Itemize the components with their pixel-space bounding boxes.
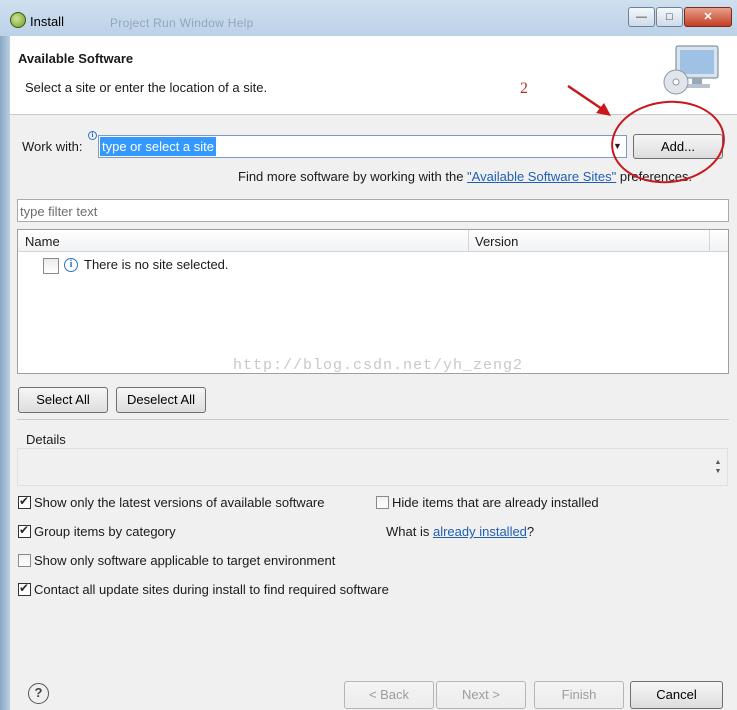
filter-placeholder[interactable]: type filter text [20, 204, 97, 219]
group-by-category-label[interactable]: Group items by category [34, 524, 176, 539]
table-row-label[interactable]: There is no site selected. [84, 257, 229, 272]
hide-installed-label[interactable]: Hide items that are already installed [392, 495, 599, 510]
table-row-checkbox[interactable] [43, 258, 59, 274]
target-environment-checkbox[interactable] [18, 554, 31, 567]
target-environment-label[interactable]: Show only software applicable to target … [34, 553, 335, 568]
next-button[interactable]: Next > [436, 681, 526, 709]
available-sites-hint: Find more software by working with the "… [238, 169, 692, 184]
window-left-border [0, 36, 10, 710]
column-divider[interactable] [468, 230, 469, 251]
annotation-number: 2 [520, 80, 528, 97]
watermark-text: http://blog.csdn.net/yh_zeng2 [233, 357, 524, 374]
column-header-version[interactable]: Version [475, 234, 518, 249]
details-label: Details [26, 432, 66, 447]
hint-prefix: Find more software by working with the [238, 169, 468, 184]
latest-versions-label[interactable]: Show only the latest versions of availab… [34, 495, 325, 510]
annotation-arrow-icon [567, 84, 611, 116]
install-monitor-icon [663, 45, 719, 95]
help-icon[interactable]: ? [28, 683, 49, 704]
dialog-header [10, 36, 737, 115]
window-title: Install [30, 14, 64, 29]
group-by-category-checkbox[interactable] [18, 523, 31, 538]
what-is-prefix: What is [386, 524, 433, 539]
work-with-label: Work with: [22, 139, 83, 154]
cancel-button[interactable]: Cancel [630, 681, 723, 709]
select-all-button[interactable]: Select All [18, 387, 108, 413]
column-divider[interactable] [709, 230, 710, 251]
filter-input[interactable] [17, 199, 729, 222]
what-is-suffix: ? [526, 524, 535, 539]
page-description: Select a site or enter the location of a… [25, 80, 268, 95]
available-software-sites-link[interactable]: "Available Software Sites" [467, 169, 616, 184]
already-installed-link[interactable]: already installed [433, 524, 527, 539]
eclipse-app-icon [10, 12, 26, 28]
maximize-button[interactable]: □ [656, 7, 683, 27]
finish-button[interactable]: Finish [534, 681, 624, 709]
background-menu-text: Project Run Window Help [110, 16, 254, 30]
what-is-installed-text: What is already installed? [386, 524, 534, 539]
minimize-button[interactable]: — [628, 7, 655, 27]
contact-sites-checkbox[interactable] [18, 581, 31, 596]
details-scroll-arrows[interactable]: ▲ ▼ [712, 458, 724, 478]
contact-sites-label[interactable]: Contact all update sites during install … [34, 582, 389, 597]
field-info-icon: i [88, 131, 97, 140]
close-button[interactable]: ✕ [684, 7, 732, 27]
hide-installed-checkbox[interactable] [376, 496, 389, 509]
details-area[interactable] [17, 448, 728, 486]
latest-versions-checkbox[interactable] [18, 494, 31, 509]
column-header-name[interactable]: Name [25, 234, 60, 249]
deselect-all-button[interactable]: Deselect All [116, 387, 206, 413]
table-header [18, 230, 728, 252]
page-title: Available Software [18, 51, 134, 66]
info-icon: i [64, 258, 78, 272]
work-with-value[interactable]: type or select a site [100, 137, 216, 156]
section-divider [17, 419, 729, 420]
back-button[interactable]: < Back [344, 681, 434, 709]
